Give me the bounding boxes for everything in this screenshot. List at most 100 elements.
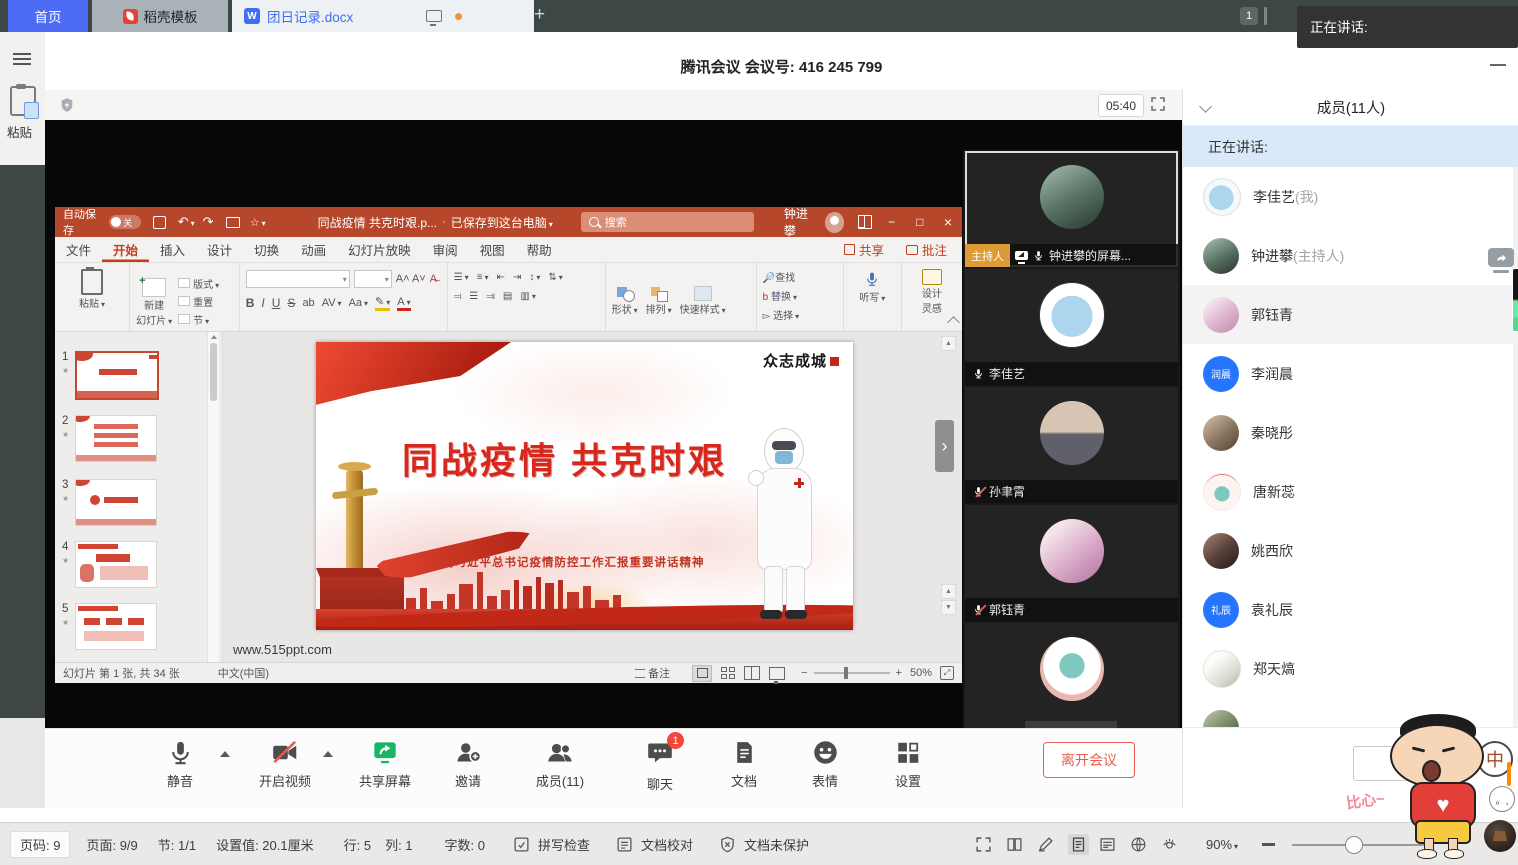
outline-view-icon[interactable]	[1099, 836, 1116, 853]
spacing-button[interactable]: AV	[322, 297, 342, 309]
settings-button[interactable]: 设置	[870, 739, 946, 790]
redo-icon[interactable]: ↷	[203, 214, 214, 230]
ppt-zoom-track[interactable]	[814, 672, 890, 674]
ppt-maximize-button[interactable]: □	[906, 207, 934, 237]
page-layout-icon[interactable]	[1006, 836, 1023, 853]
underline-button[interactable]: U	[272, 296, 281, 310]
member-row[interactable]: 姚西欣	[1183, 521, 1518, 580]
member-row[interactable]: 礼辰 袁礼辰	[1183, 580, 1518, 639]
dictate-button[interactable]: 听写	[859, 269, 885, 304]
ppt-tab-review[interactable]: 审阅	[422, 237, 469, 262]
font-color-button[interactable]: A	[397, 296, 410, 311]
member-row[interactable]: 郑天熇	[1183, 639, 1518, 698]
fullscreen-icon[interactable]	[1150, 96, 1166, 112]
bold-button[interactable]: B	[246, 296, 255, 310]
indent-dec-button[interactable]: ⇤	[497, 272, 505, 283]
zoom-level[interactable]: 90%	[1206, 837, 1238, 852]
hamburger-icon[interactable]	[13, 50, 31, 68]
align-left-button[interactable]: ⫤	[454, 291, 462, 302]
ppt-zoom-out[interactable]: −	[801, 667, 807, 679]
reset-button[interactable]: 重置	[178, 294, 213, 309]
eye-protect-icon[interactable]	[1161, 836, 1178, 853]
ppt-tab-view[interactable]: 视图	[469, 237, 516, 262]
chat-button[interactable]: 1 聊天	[622, 739, 698, 793]
ppt-zoom-level[interactable]: 50%	[910, 667, 932, 679]
sorter-view-button[interactable]	[721, 667, 735, 679]
layout-button[interactable]: 版式	[178, 276, 219, 291]
status-section[interactable]: 节: 1/1	[158, 835, 196, 854]
video-tile[interactable]: 李佳艺	[965, 269, 1178, 385]
new-slide-button[interactable]: + 新建 幻灯片	[136, 278, 172, 327]
web-view-icon[interactable]	[1130, 836, 1147, 853]
video-tile-partial[interactable]	[965, 623, 1178, 728]
spell-check-button[interactable]: 拼写检查	[513, 835, 590, 854]
editor-scroll-next[interactable]: ▼	[941, 600, 956, 615]
ppt-tab-insert[interactable]: 插入	[149, 237, 196, 262]
case-button[interactable]: Aa	[349, 297, 368, 309]
paste-button[interactable]: 粘贴	[79, 269, 105, 310]
member-row[interactable]: 秦晓彤	[1183, 403, 1518, 462]
camera-options-arrow[interactable]	[323, 751, 333, 757]
slide-canvas[interactable]: 众志成城 同战疫情 共克时艰 学习贯彻习近平总书记疫情防控工作汇报重要讲话精神	[316, 342, 853, 630]
tab-document[interactable]: W 团日记录.docx	[232, 0, 534, 32]
ribbon-collapse-icon[interactable]	[949, 318, 958, 327]
slide-thumbnail-2[interactable]	[75, 415, 157, 462]
video-tile[interactable]: 郭钰青	[965, 505, 1178, 621]
zoom-out-button[interactable]	[1262, 843, 1275, 846]
ppt-share-button[interactable]: 共享	[833, 237, 895, 262]
thumbnail-scrollbar[interactable]	[207, 332, 219, 662]
save-icon[interactable]	[153, 216, 165, 229]
slide-thumbnail-4[interactable]	[75, 541, 157, 588]
video-tile[interactable]: 孙聿霄	[965, 387, 1178, 503]
ppt-zoom-in[interactable]: +	[896, 667, 902, 679]
strikethrough-button[interactable]: S	[287, 296, 295, 310]
meeting-shield-icon[interactable]	[59, 96, 75, 114]
ppt-user-name[interactable]: 钟进攀	[784, 205, 818, 239]
align-right-button[interactable]: ⫥	[486, 291, 495, 302]
ppt-language[interactable]: 中文(中国)	[218, 665, 269, 681]
columns-button[interactable]: ▥	[520, 291, 535, 302]
fullscreen-view-icon[interactable]	[975, 836, 992, 853]
member-row[interactable]: 钟进攀(主持人)	[1183, 226, 1518, 285]
mic-options-arrow[interactable]	[220, 751, 230, 757]
ppt-user-avatar[interactable]	[825, 212, 845, 233]
autosave-toggle[interactable]: 关	[109, 215, 141, 229]
section-button[interactable]: 节	[178, 312, 209, 327]
numbering-button[interactable]: ≡	[477, 272, 489, 283]
font-size-select[interactable]	[354, 270, 392, 288]
tab-template[interactable]: 稻壳模板	[92, 0, 228, 32]
reading-view-button[interactable]	[744, 666, 760, 680]
status-line[interactable]: 行: 5	[344, 835, 371, 854]
saved-state[interactable]: 已保存到这台电脑	[451, 214, 553, 231]
new-tab-button[interactable]: +	[534, 4, 545, 26]
casting-icon[interactable]	[426, 10, 442, 22]
status-word-count[interactable]: 字数: 0	[445, 835, 485, 854]
justify-button[interactable]: ▤	[503, 291, 512, 302]
assistant-ball-icon[interactable]	[1484, 820, 1516, 852]
page-view-icon[interactable]	[1068, 834, 1089, 855]
font-family-select[interactable]	[246, 270, 350, 288]
ppt-tab-transitions[interactable]: 切换	[243, 237, 290, 262]
fit-slide-button[interactable]: ⤢	[940, 666, 954, 680]
favorite-icon[interactable]: ☆	[250, 216, 266, 229]
select-button[interactable]: ▻ 选择	[763, 307, 837, 322]
ppt-minimize-button[interactable]: −	[878, 207, 906, 237]
ppt-search-box[interactable]: 搜索	[581, 212, 754, 232]
ppt-tab-slideshow[interactable]: 幻灯片放映	[337, 237, 422, 262]
extension-badge[interactable]: 1	[1240, 7, 1258, 25]
member-row[interactable]: 唐新蕊	[1183, 462, 1518, 521]
editor-scroll-prev[interactable]: ▲	[941, 584, 956, 599]
slide-thumbnail-3[interactable]	[75, 479, 157, 526]
present-icon[interactable]	[226, 217, 240, 228]
ppt-tab-design[interactable]: 设计	[196, 237, 243, 262]
video-button[interactable]: 开启视频	[247, 739, 323, 790]
ppt-tab-home[interactable]: 开始	[102, 237, 149, 262]
ppt-tab-file[interactable]: 文件	[55, 237, 102, 262]
ppt-close-button[interactable]: ×	[934, 207, 962, 237]
highlight-button[interactable]: ✎	[375, 295, 390, 311]
zoom-slider-knob[interactable]	[1345, 836, 1363, 854]
arrange-button[interactable]: 排列	[646, 287, 672, 316]
paste-label[interactable]: 粘贴	[7, 122, 32, 141]
status-column[interactable]: 列: 1	[385, 835, 412, 854]
member-row[interactable]: 郭钰青	[1183, 285, 1518, 344]
